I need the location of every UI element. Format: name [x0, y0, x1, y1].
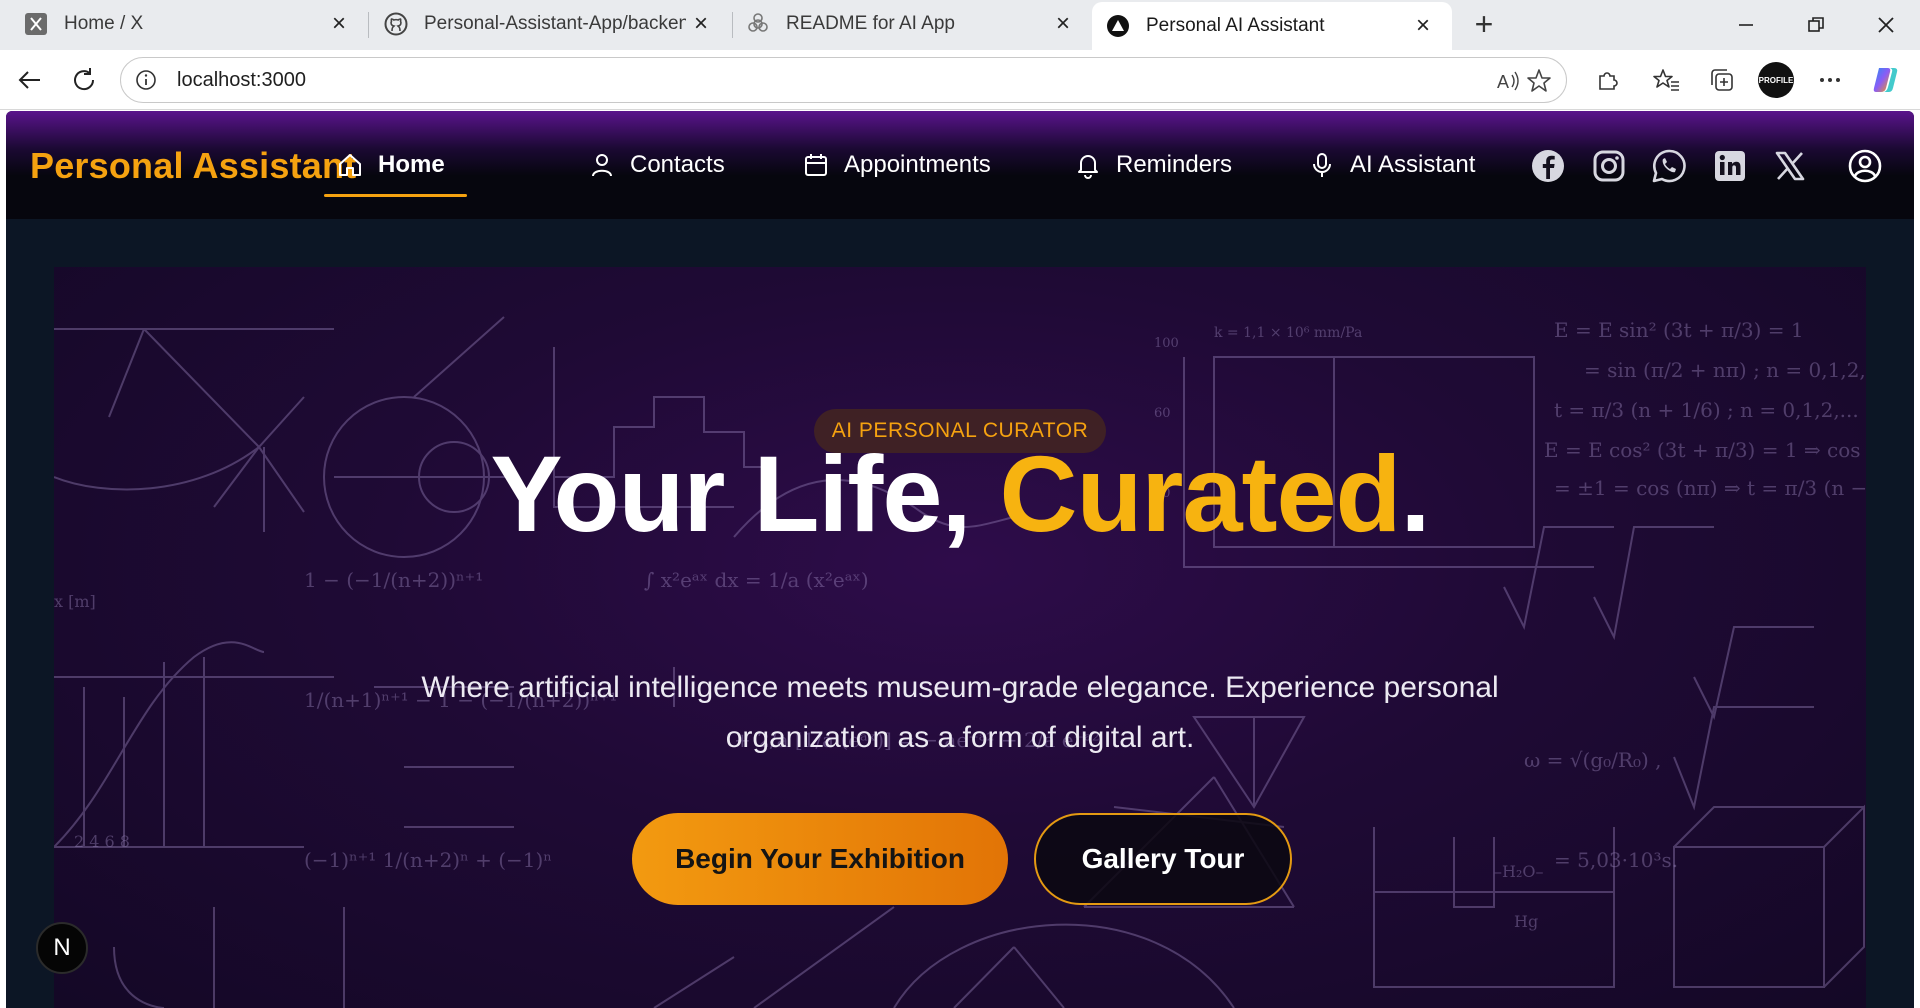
x-logo-icon — [24, 12, 48, 36]
svg-text:= 5,03·10³s.: = 5,03·10³s. — [1554, 848, 1678, 872]
close-window-button[interactable] — [1856, 0, 1916, 50]
bell-icon — [1074, 151, 1102, 179]
facebook-icon[interactable] — [1529, 147, 1567, 185]
instagram-icon[interactable] — [1590, 147, 1628, 185]
nav-reminders[interactable]: Reminders — [1074, 137, 1232, 193]
nav-contacts[interactable]: Contacts — [588, 137, 725, 193]
user-icon — [588, 151, 616, 179]
tab-readme[interactable]: README for AI App × — [732, 0, 1092, 48]
url-text[interactable]: localhost:3000 — [177, 69, 306, 92]
close-tab-icon[interactable]: × — [686, 9, 716, 39]
tab-personal-ai-assistant[interactable]: Personal AI Assistant × — [1092, 2, 1452, 50]
svg-text:–H₂O–: –H₂O– — [1494, 862, 1543, 881]
extensions-icon[interactable] — [1588, 60, 1628, 100]
tab-github[interactable]: Personal-Assistant-App/backend/ × — [368, 0, 730, 48]
nav-appointments-label: Appointments — [844, 151, 991, 178]
web-page: Personal Assistant Home Contacts Appoint… — [6, 111, 1914, 1008]
svg-text:E = E sin² (3t + π/3) = 1: E = E sin² (3t + π/3) = 1 — [1554, 318, 1804, 342]
gallery-tour-button[interactable]: Gallery Tour — [1034, 813, 1292, 905]
nav-ai-assistant[interactable]: AI Assistant — [1308, 137, 1475, 193]
app-logo-icon — [1106, 14, 1130, 38]
more-menu-icon[interactable] — [1810, 60, 1850, 100]
address-bar[interactable]: localhost:3000 A — [120, 57, 1567, 103]
svg-text:60: 60 — [1154, 406, 1171, 421]
svg-text:= sin (π/2 + nπ) ; n = 0,1,2,.: = sin (π/2 + nπ) ; n = 0,1,2,... — [1584, 358, 1866, 382]
begin-exhibition-button[interactable]: Begin Your Exhibition — [632, 813, 1008, 905]
restore-button[interactable] — [1786, 0, 1846, 50]
hero-headline: Your Life, Curated. — [54, 437, 1866, 550]
svg-text:100: 100 — [1154, 336, 1179, 351]
tab-title: Personal-Assistant-App/backend/ — [424, 13, 686, 34]
nextjs-dev-badge[interactable]: N — [36, 922, 88, 974]
linkedin-icon[interactable] — [1711, 147, 1749, 185]
browser-toolbar: localhost:3000 A PROFILE — [0, 50, 1920, 110]
nav-contacts-label: Contacts — [630, 151, 725, 178]
svg-text:∫ x²eᵃˣ dx = 1/a (x²eᵃˣ): ∫ x²eᵃˣ dx = 1/a (x²eᵃˣ) — [644, 568, 869, 592]
svg-text:k = 1,1 × 10⁶ mm/Pa: k = 1,1 × 10⁶ mm/Pa — [1214, 325, 1362, 341]
headline-part1: Your Life, — [490, 433, 1000, 554]
openai-icon — [746, 12, 770, 36]
svg-text:x [m]: x [m] — [54, 592, 96, 611]
nav-home-label: Home — [378, 151, 445, 178]
copilot-icon[interactable] — [1866, 60, 1906, 100]
whatsapp-icon[interactable] — [1650, 147, 1688, 185]
back-button[interactable] — [10, 60, 50, 100]
github-icon — [384, 12, 408, 36]
svg-text:1 − (−1/(n+2))ⁿ⁺¹: 1 − (−1/(n+2))ⁿ⁺¹ — [304, 568, 483, 592]
svg-text:2 4 6 8: 2 4 6 8 — [74, 832, 130, 851]
browser-tab-strip: Home / X × Personal-Assistant-App/backen… — [0, 0, 1920, 50]
profile-avatar[interactable]: PROFILE — [1756, 60, 1796, 100]
tab-home-x[interactable]: Home / X × — [0, 0, 368, 48]
svg-text:Hg: Hg — [1514, 912, 1538, 931]
x-icon[interactable] — [1771, 147, 1809, 185]
home-icon — [336, 151, 364, 179]
brand-logo[interactable]: Personal Assistant — [30, 145, 356, 187]
favorite-star-icon[interactable] — [1519, 62, 1559, 100]
site-info-icon[interactable] — [133, 67, 159, 93]
close-tab-icon[interactable]: × — [1048, 9, 1078, 39]
reload-button[interactable] — [64, 60, 104, 100]
favorites-icon[interactable] — [1646, 60, 1686, 100]
svg-text:t = π/3 (n + 1/6) ; n = 0,1,2,: t = π/3 (n + 1/6) ; n = 0,1,2,... — [1554, 398, 1859, 422]
hero-subtitle: Where artificial intelligence meets muse… — [421, 671, 1499, 754]
tab-title: Personal AI Assistant — [1146, 15, 1325, 36]
svg-text:A: A — [1497, 72, 1509, 92]
close-tab-icon[interactable]: × — [324, 9, 354, 39]
collections-icon[interactable] — [1702, 60, 1742, 100]
nav-appointments[interactable]: Appointments — [802, 137, 991, 193]
app-navbar: Personal Assistant Home Contacts Appoint… — [6, 111, 1914, 219]
hero-section: E = E sin² (3t + π/3) = 1 = sin (π/2 + n… — [54, 267, 1866, 1008]
nav-home[interactable]: Home — [324, 137, 467, 197]
calendar-icon — [802, 151, 830, 179]
close-tab-icon[interactable]: × — [1408, 11, 1438, 41]
headline-end: . — [1400, 433, 1431, 554]
headline-accent: Curated — [999, 433, 1401, 554]
minimize-button[interactable] — [1716, 0, 1776, 50]
profile-avatar-label: PROFILE — [1758, 62, 1794, 98]
tab-title: README for AI App — [786, 13, 955, 34]
new-tab-button[interactable]: + — [1464, 6, 1504, 42]
nav-reminders-label: Reminders — [1116, 151, 1233, 178]
nav-ai-assistant-label: AI Assistant — [1350, 151, 1476, 178]
microphone-icon — [1308, 151, 1336, 179]
tab-title: Home / X — [64, 13, 144, 34]
account-icon[interactable] — [1846, 147, 1884, 185]
svg-text:(−1)ⁿ⁺¹ 1/(n+2)ⁿ + (−1)ⁿ: (−1)ⁿ⁺¹ 1/(n+2)ⁿ + (−1)ⁿ — [304, 848, 552, 872]
